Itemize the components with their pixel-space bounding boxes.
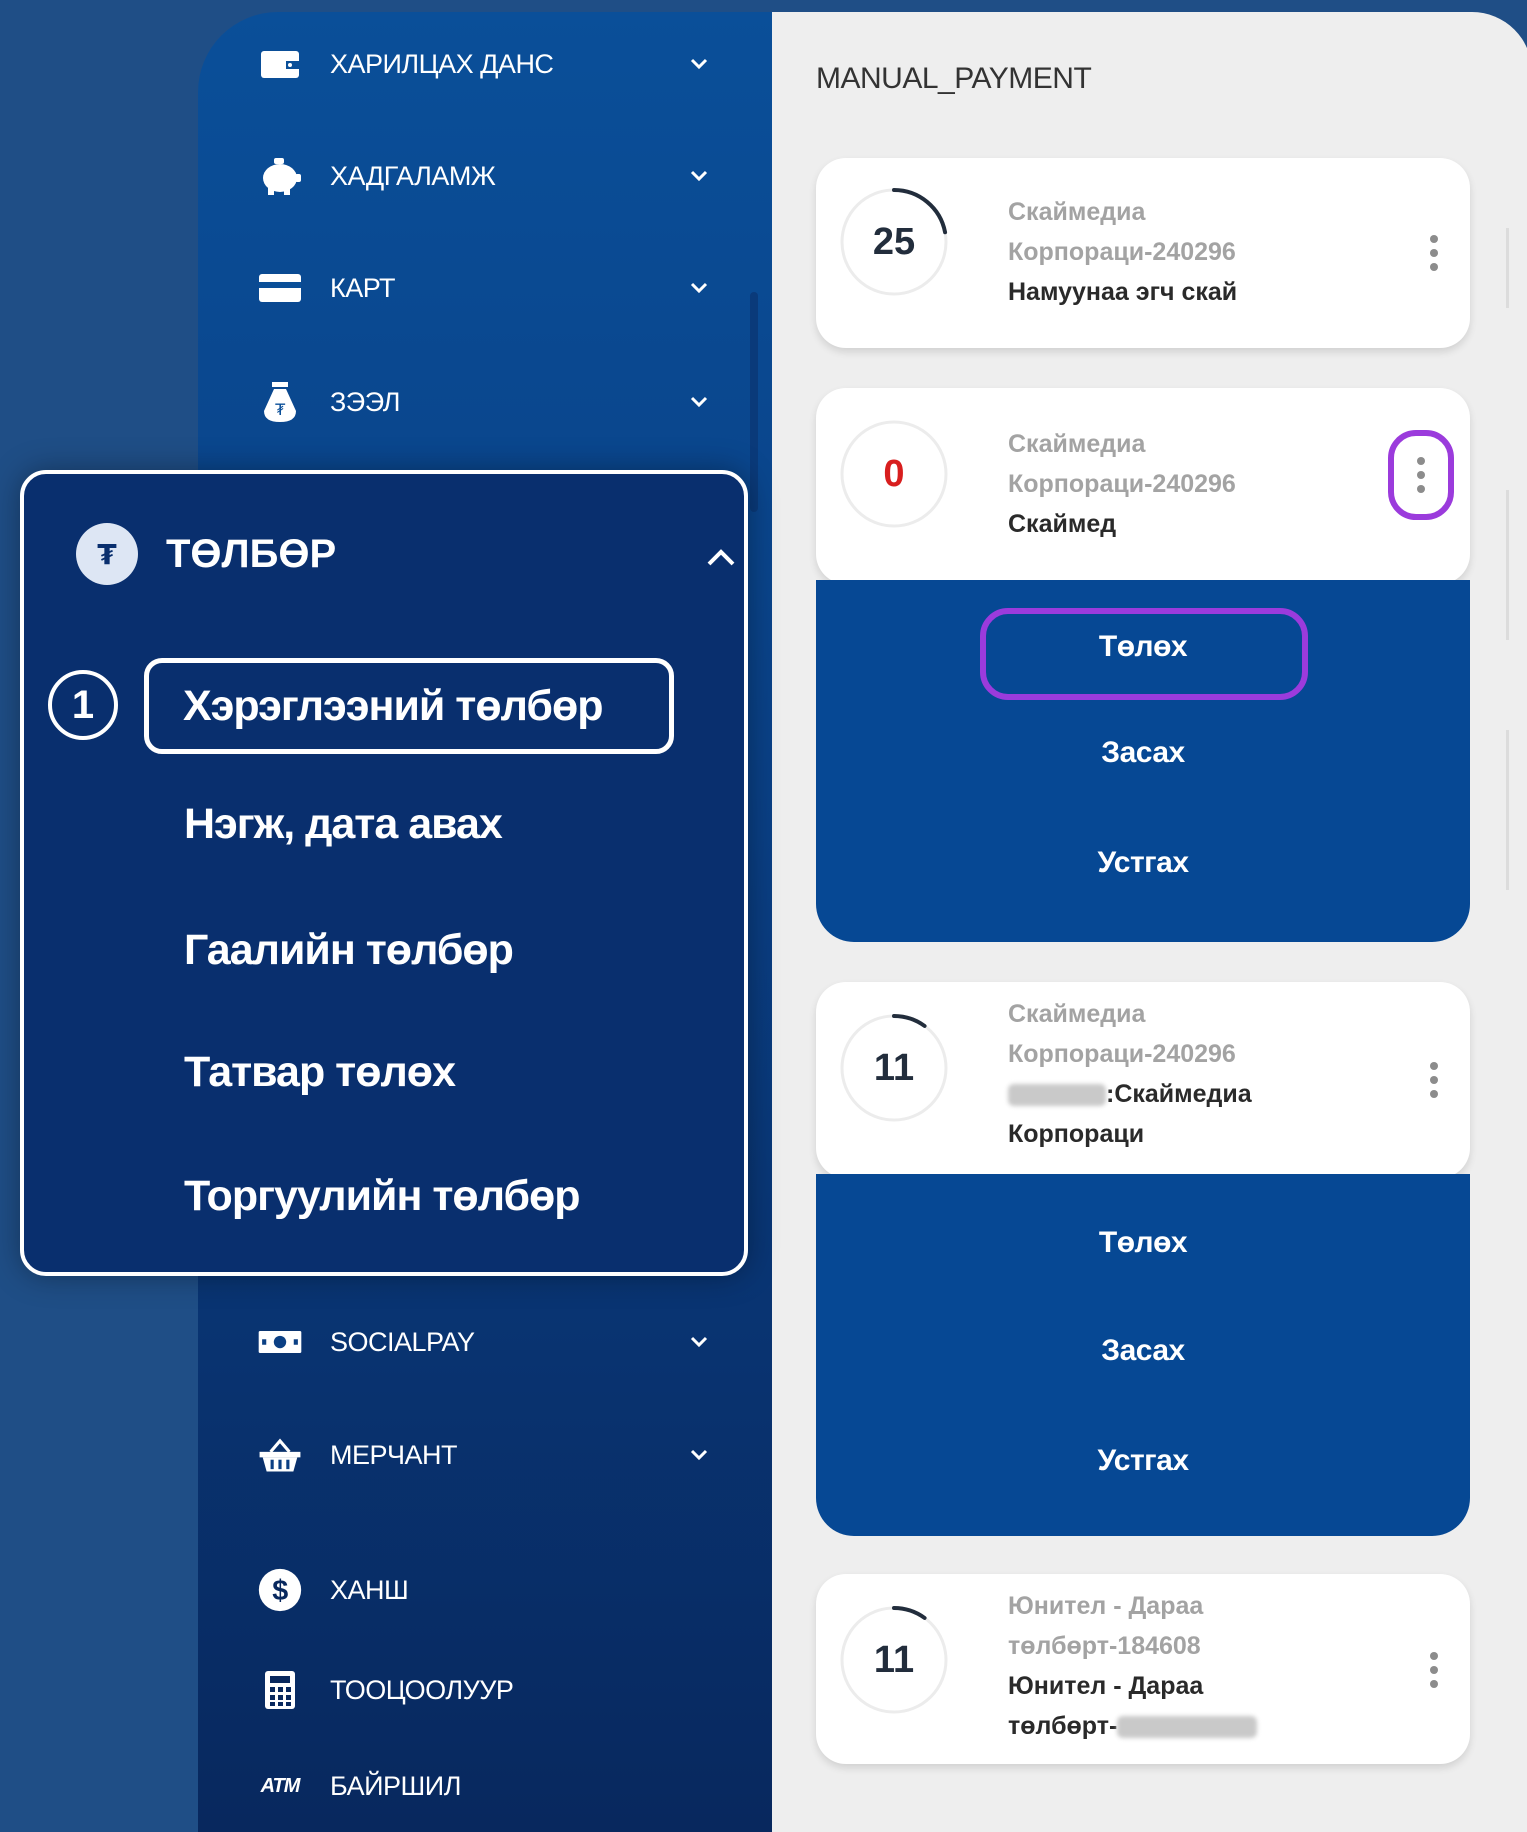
payment-card[interactable]: 11 Юнител - Дараа төлбөрт-184608 Юнител … bbox=[816, 1574, 1470, 1764]
sidebar-item-exchange-rate[interactable]: $ ХАНШ bbox=[258, 1560, 738, 1620]
card-line-2: Корпораци-240296 bbox=[1008, 238, 1236, 266]
redacted-text bbox=[1117, 1716, 1258, 1739]
delete-button[interactable]: Устгах bbox=[816, 1444, 1470, 1478]
wallet-icon bbox=[258, 42, 302, 86]
card-line-4: төлбөрт- bbox=[1008, 1706, 1258, 1746]
card-line-3: Намуунаа эгч скай bbox=[1008, 278, 1238, 306]
more-options-icon[interactable] bbox=[1419, 1640, 1449, 1700]
chevron-up-icon bbox=[706, 532, 736, 577]
sidebar-item-location[interactable]: ATM БАЙРШИЛ bbox=[258, 1756, 738, 1816]
basket-icon bbox=[258, 1433, 302, 1477]
delete-button[interactable]: Устгах bbox=[816, 846, 1470, 880]
sidebar-item-label: МЕРЧАНТ bbox=[330, 1439, 458, 1470]
more-options-icon[interactable] bbox=[1419, 1050, 1449, 1110]
card-line-2: төлбөрт-184608 bbox=[1008, 1632, 1201, 1660]
submenu-item-topup-data[interactable]: Нэгж, дата авах bbox=[184, 800, 503, 849]
submenu-item-utility-payment[interactable]: Хэрэглээний төлбөр bbox=[144, 658, 674, 754]
calculator-icon bbox=[258, 1668, 302, 1712]
card-line-2: Корпораци-240296 bbox=[1008, 1040, 1236, 1068]
more-options-icon[interactable] bbox=[1419, 223, 1449, 283]
sidebar-item-label: КАРТ bbox=[330, 272, 396, 303]
money-bag-icon: ₮ bbox=[258, 380, 302, 424]
card-actions-panel: Төлөх Засах Устгах bbox=[816, 1174, 1470, 1536]
sidebar-item-label: ХАРИЛЦАХ ДАНС bbox=[330, 48, 554, 79]
card-details: Скаймедиа Корпораци-240296 :Скаймедиа Ко… bbox=[1008, 994, 1252, 1154]
sidebar-item-label: ЗЭЭЛ bbox=[330, 386, 400, 417]
chevron-down-icon bbox=[684, 1327, 714, 1357]
sidebar-item-label: БАЙРШИЛ bbox=[330, 1770, 461, 1801]
card-line-3: Скаймед bbox=[1008, 510, 1117, 538]
submenu-item-label: Хэрэглээний төлбөр bbox=[183, 681, 603, 730]
piggy-bank-icon bbox=[258, 154, 302, 198]
sidebar-item-calculator[interactable]: ТООЦООЛУУР bbox=[258, 1660, 738, 1720]
scroll-indicator-line bbox=[1506, 490, 1509, 640]
day-count: 0 bbox=[883, 452, 905, 495]
chevron-down-icon bbox=[684, 161, 714, 191]
chevron-down-icon bbox=[684, 387, 714, 417]
card-line-1: Скаймедиа bbox=[1008, 430, 1146, 458]
tugrik-coin-icon: ₮ bbox=[76, 523, 138, 585]
submenu-item-tax-payment[interactable]: Татвар төлөх bbox=[184, 1048, 456, 1097]
svg-text:₮: ₮ bbox=[97, 538, 117, 571]
card-icon bbox=[258, 266, 302, 310]
card-line-3-text: :Скаймедиа bbox=[1106, 1080, 1252, 1108]
payment-card[interactable]: 11 Скаймедиа Корпораци-240296 :Скаймедиа… bbox=[816, 982, 1470, 1178]
sidebar-item-savings[interactable]: ХАДГАЛАМЖ bbox=[258, 146, 738, 206]
card-details: Скаймедиа Корпораци-240296 Намуунаа эгч … bbox=[1008, 192, 1237, 312]
more-options-icon[interactable] bbox=[1388, 430, 1454, 520]
card-line-3: Юнител - Дараа bbox=[1008, 1672, 1204, 1700]
page-title: MANUAL_PAYMENT bbox=[816, 62, 1092, 95]
card-line-4: Корпораци bbox=[1008, 1120, 1145, 1148]
card-line-1: Юнител - Дараа bbox=[1008, 1592, 1204, 1620]
day-count: 11 bbox=[873, 1046, 915, 1089]
payment-submenu: ₮ ТӨЛБӨР Хэрэглээний төлбөр Нэгж, дата а… bbox=[20, 470, 748, 1276]
card-line-2: Корпораци-240296 bbox=[1008, 470, 1236, 498]
sidebar-item-label: ХАНШ bbox=[330, 1574, 409, 1605]
sidebar-item-label: ТООЦООЛУУР bbox=[330, 1674, 514, 1705]
sidebar-scrollbar[interactable] bbox=[750, 292, 758, 512]
edit-button[interactable]: Засах bbox=[816, 736, 1470, 770]
sidebar-item-card[interactable]: КАРТ bbox=[258, 258, 738, 318]
sidebar-item-label: ХАДГАЛАМЖ bbox=[330, 160, 496, 191]
atm-icon: ATM bbox=[260, 1774, 301, 1797]
day-count: 25 bbox=[872, 220, 916, 263]
submenu-item-customs-payment[interactable]: Гаалийн төлбөр bbox=[184, 926, 514, 975]
payment-card[interactable]: 0 Скаймедиа Корпораци-240296 Скаймед bbox=[816, 388, 1470, 584]
pay-button-highlight bbox=[980, 608, 1308, 700]
card-line-4-text: төлбөрт- bbox=[1008, 1712, 1118, 1740]
chevron-down-icon bbox=[684, 1440, 714, 1470]
payment-card[interactable]: 25 Скаймедиа Корпораци-240296 Намуунаа э… bbox=[816, 158, 1470, 348]
chevron-down-icon bbox=[684, 49, 714, 79]
sidebar-item-label: SOCIALPAY bbox=[330, 1326, 475, 1357]
sidebar-item-merchant[interactable]: МЕРЧАНТ bbox=[258, 1425, 738, 1485]
pay-button[interactable]: Төлөх bbox=[816, 1226, 1470, 1260]
card-line-3: :Скаймедиа bbox=[1008, 1074, 1252, 1114]
submenu-item-fine-payment[interactable]: Торгуулийн төлбөр bbox=[184, 1172, 581, 1221]
svg-text:₮: ₮ bbox=[275, 400, 286, 419]
redacted-text bbox=[1008, 1084, 1106, 1107]
card-line-1: Скаймедиа bbox=[1008, 198, 1146, 226]
sidebar-item-loan[interactable]: ₮ ЗЭЭЛ bbox=[258, 372, 738, 432]
edit-button[interactable]: Засах bbox=[816, 1334, 1470, 1368]
day-count: 11 bbox=[873, 1638, 915, 1681]
submenu-title: ТӨЛБӨР bbox=[166, 531, 337, 576]
svg-text:$: $ bbox=[272, 1575, 288, 1607]
scroll-indicator-line bbox=[1506, 228, 1509, 308]
sidebar-item-socialpay[interactable]: SOCIALPAY bbox=[258, 1312, 738, 1372]
card-details: Скаймедиа Корпораци-240296 Скаймед bbox=[1008, 424, 1236, 544]
chevron-down-icon bbox=[684, 273, 714, 303]
scroll-indicator-line bbox=[1506, 730, 1509, 890]
sidebar-item-current-account[interactable]: ХАРИЛЦАХ ДАНС bbox=[258, 34, 738, 94]
step-number-badge: 1 bbox=[48, 670, 118, 740]
dollar-icon: $ bbox=[258, 1568, 302, 1612]
card-details: Юнител - Дараа төлбөрт-184608 Юнител - Д… bbox=[1008, 1586, 1258, 1746]
card-line-1: Скаймедиа bbox=[1008, 1000, 1146, 1028]
submenu-header-payment[interactable]: ₮ ТӨЛБӨР bbox=[76, 514, 736, 594]
cash-icon bbox=[258, 1320, 302, 1364]
